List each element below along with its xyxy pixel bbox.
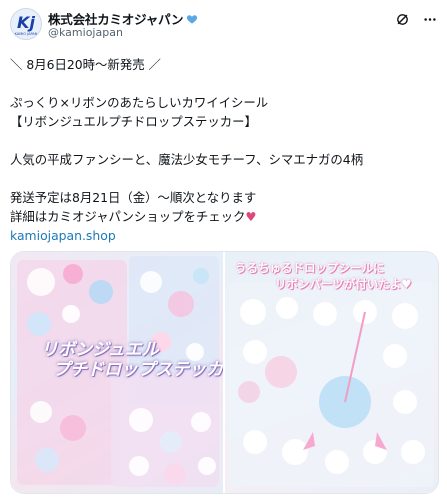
tweet: Kj KAMIO JAPAN 株式会社カミオジャパン @kamiojapan ＼… xyxy=(0,0,447,497)
grok-icon[interactable] xyxy=(395,12,410,27)
photo-caption-right-line2: リボンパーツが付いたよ♥ xyxy=(275,277,412,291)
media-photo-left[interactable]: リボンジュエル プチドロップステッカー xyxy=(11,252,223,493)
post-text-blank xyxy=(10,74,440,93)
post-text: ＼ 8月6日20時〜新発売 ／ ぷっくり×リボンのあたらしいカワイイシール 【リ… xyxy=(10,55,440,245)
heart-emoji-icon: ♥ xyxy=(245,209,257,224)
post-text-blank xyxy=(10,131,440,150)
post-text-line: ぷっくり×リボンのあたらしいカワイイシール xyxy=(10,95,269,110)
post-text-line: 人気の平成ファンシーと、魔法少女モチーフ、シマエナガの4柄 xyxy=(10,152,364,167)
photo-caption-left: リボンジュエル プチドロップステッカー xyxy=(41,340,223,380)
post-text-line: 詳細はカミオジャパンショップをチェック xyxy=(10,209,246,224)
post-text-line: ＼ 8月6日20時〜新発売 ／ xyxy=(10,57,161,72)
verified-heart-icon xyxy=(187,14,198,23)
post-text-line: 【リボンジュエルプチドロップステッカー】 xyxy=(10,114,257,129)
photo-caption-left-line1: リボンジュエル xyxy=(41,340,159,360)
author-handle[interactable]: @kamiojapan xyxy=(48,26,123,39)
photo-caption-right-line1: うるちゅるドロップシールに xyxy=(235,261,385,275)
post-text-line: 発送予定は8月21日（金）〜順次となります xyxy=(10,190,257,205)
more-icon[interactable] xyxy=(422,12,438,27)
media-grid: リボンジュエル プチドロップステッカー うるちゅるドロップシールに リボンパーツ… xyxy=(10,251,439,494)
post-text-blank xyxy=(10,169,440,188)
avatar[interactable]: Kj KAMIO JAPAN xyxy=(10,8,42,40)
shop-link[interactable]: kamiojapan.shop xyxy=(10,226,440,245)
post-actions-top xyxy=(395,12,438,27)
avatar-logo-sub: KAMIO JAPAN xyxy=(14,32,38,36)
photo-caption-left-line2: プチドロップステッカー xyxy=(53,360,223,380)
photo-caption-right: うるちゅるドロップシールに リボンパーツが付いたよ♥ xyxy=(235,260,412,292)
post-text-line-with-heart: 詳細はカミオジャパンショップをチェック♥ xyxy=(10,207,440,226)
media-photo-right[interactable]: うるちゅるドロップシールに リボンパーツが付いたよ♥ xyxy=(225,252,438,493)
avatar-logo: Kj xyxy=(17,12,35,32)
